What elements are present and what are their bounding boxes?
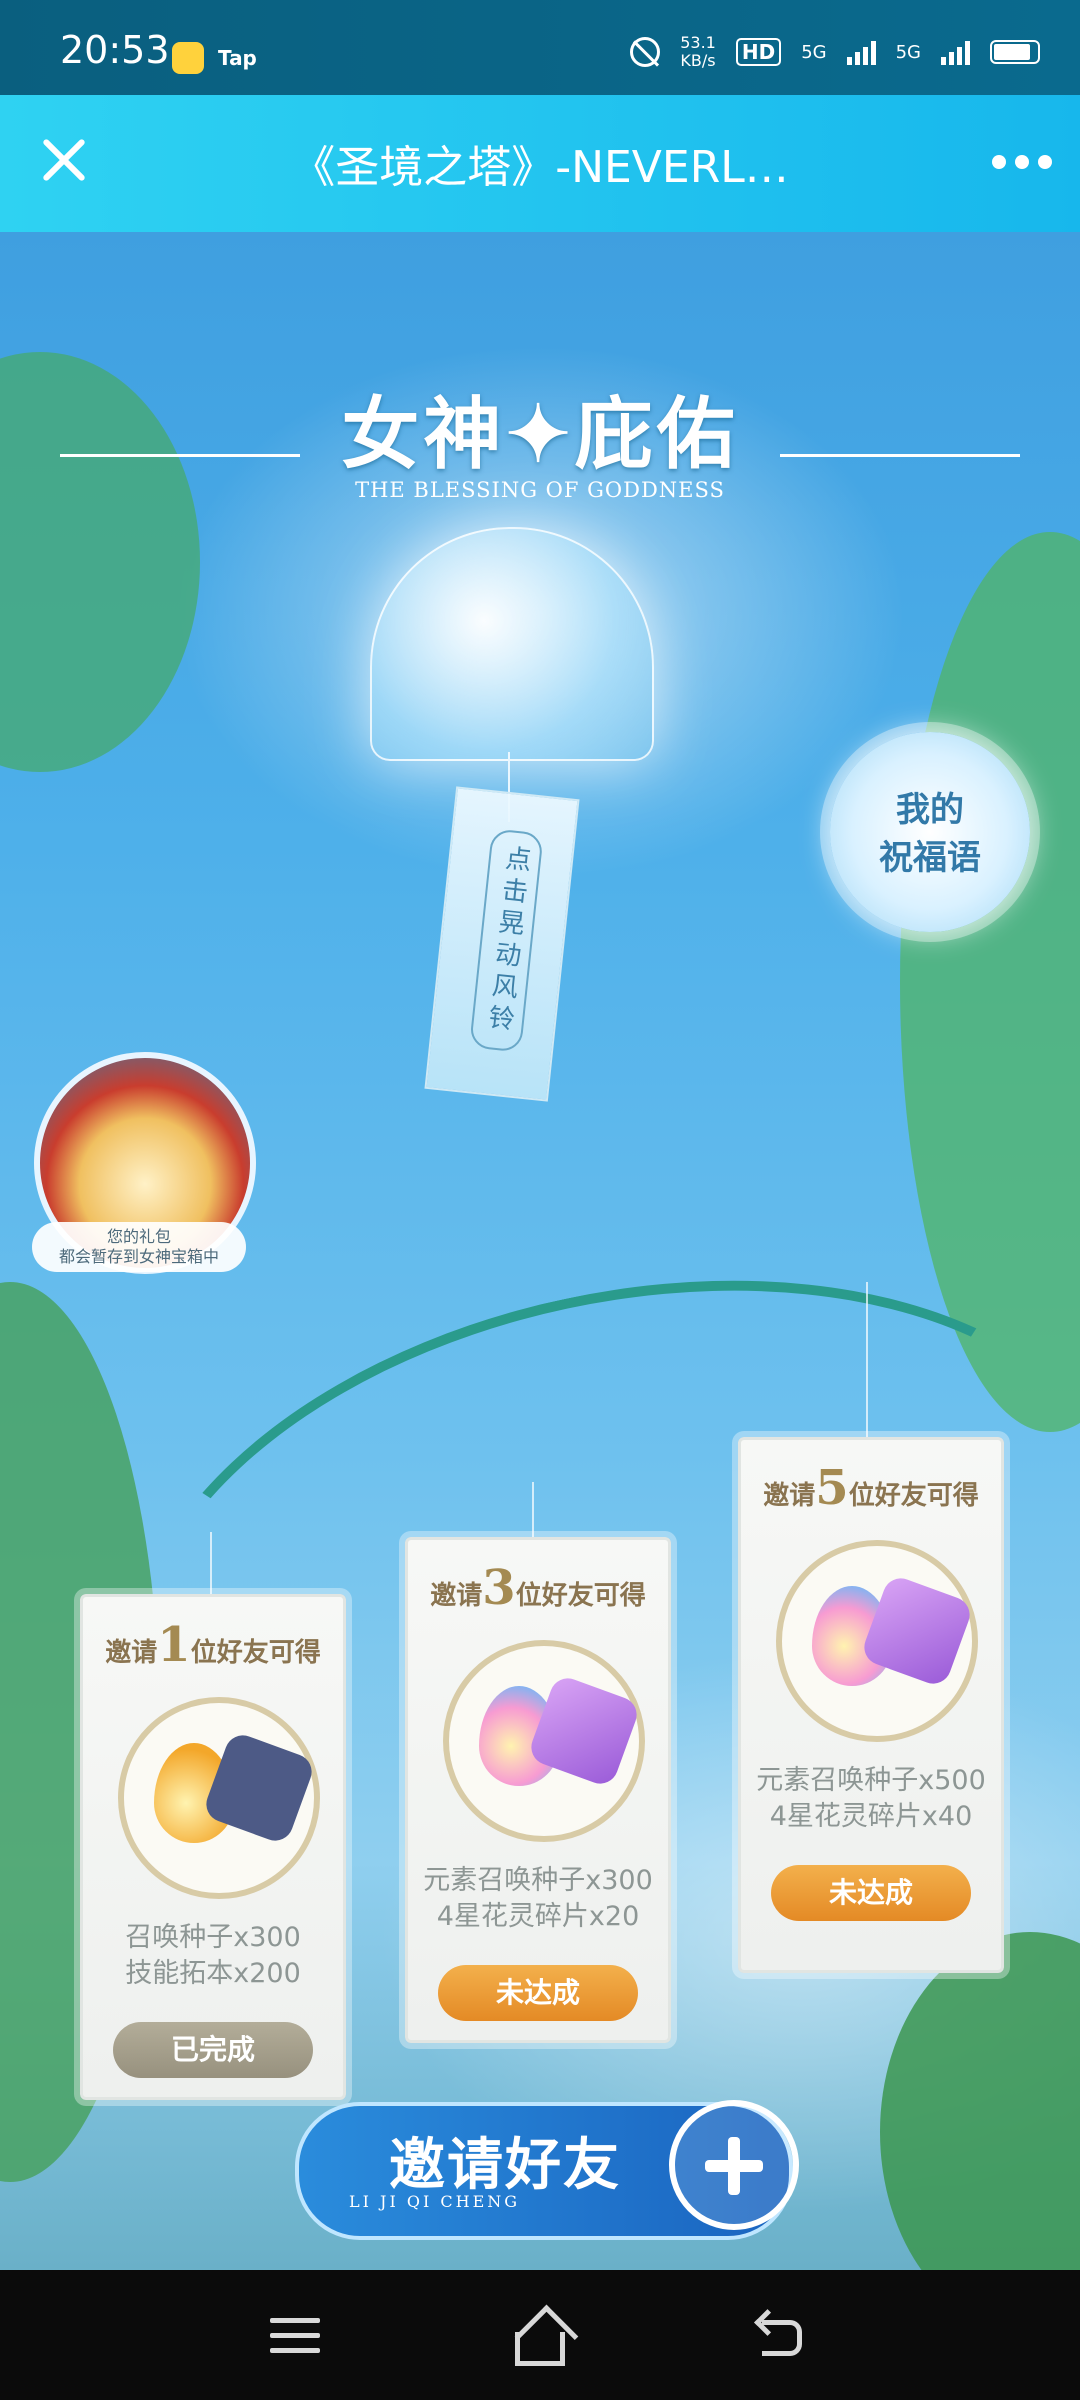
reward-status-button[interactable]: 未达成: [771, 1865, 971, 1921]
reward-card-1: 邀请1位好友可得 召唤种子x300 技能拓本x200 已完成: [80, 1594, 346, 2100]
battery-icon: [990, 40, 1040, 64]
treasure-chest-label: 您的礼包 都会暂存到女神宝箱中: [32, 1222, 246, 1272]
reward-line2: 4星花灵碎片x20: [436, 1901, 640, 1932]
mute-bell-icon: [630, 37, 661, 67]
my-blessing-button[interactable]: 我的 祝福语: [830, 732, 1030, 932]
plus-icon: [669, 2100, 799, 2230]
reward-status-button[interactable]: 已完成: [113, 2022, 313, 2078]
status-bar: 20:53 Tap 53.1 KB/s HD 5G 5G: [0, 0, 1080, 95]
wind-chime[interactable]: [370, 527, 654, 761]
tap-app-icon: [172, 42, 204, 74]
close-icon[interactable]: [38, 135, 88, 185]
bottom-right-foliage: [880, 1932, 1080, 2270]
reward-status-button[interactable]: 未达成: [438, 1965, 638, 2021]
treasure-label-line2: 都会暂存到女神宝箱中: [58, 1247, 219, 1266]
status-time: 20:53: [60, 28, 170, 72]
page-title: 《圣境之塔》-NEVERL…: [291, 142, 789, 193]
hd-voice-badge: HD: [735, 38, 782, 66]
reward-icon: [443, 1640, 645, 1842]
reward-title: 邀请5位好友可得: [763, 1460, 979, 1516]
chime-tag-text: 点击晃动风铃: [469, 828, 544, 1053]
banner-subtitle: THE BLESSING OF GODDNESS: [355, 478, 725, 502]
event-stage: 女神✦庇佑 THE BLESSING OF GODDNESS 点击晃动风铃 我的…: [0, 232, 1080, 2270]
reward-icon: [118, 1697, 320, 1899]
status-icons: 53.1 KB/s HD 5G 5G: [630, 34, 1040, 70]
reward-line1: 元素召唤种子x300: [423, 1865, 653, 1896]
network-speed: 53.1 KB/s: [680, 34, 716, 70]
recent-apps-icon[interactable]: [270, 2318, 320, 2368]
back-icon[interactable]: [762, 2320, 802, 2356]
more-options-icon[interactable]: [992, 155, 1052, 173]
banner-title: 女神✦庇佑: [341, 389, 739, 480]
reward-line2: 4星花灵碎片x40: [769, 1801, 973, 1832]
sim1-network-type: 5G: [801, 41, 827, 63]
right-foliage: [900, 532, 1080, 1432]
tap-app-label: Tap: [218, 46, 257, 70]
reward-friend-count: 5: [815, 1460, 849, 1516]
invite-label: 邀请好友: [389, 2132, 621, 2198]
reward-line1: 召唤种子x300: [125, 1922, 301, 1953]
reward-icon: [776, 1540, 978, 1742]
system-nav-bar: [0, 2270, 1080, 2400]
reward-line1: 元素召唤种子x500: [756, 1765, 986, 1796]
reward-card-2: 邀请3位好友可得 元素召唤种子x300 4星花灵碎片x20 未达成: [405, 1537, 671, 2043]
invite-pinyin: LI JI QI CHENG: [349, 2192, 521, 2211]
sim2-network-type: 5G: [895, 41, 921, 63]
reward-line2: 技能拓本x200: [125, 1958, 301, 1989]
treasure-label-line1: 您的礼包: [106, 1227, 171, 1246]
reward-title: 邀请1位好友可得: [105, 1617, 321, 1673]
chime-tag[interactable]: 点击晃动风铃: [424, 786, 580, 1102]
event-banner: 女神✦庇佑 THE BLESSING OF GODDNESS: [0, 372, 1080, 502]
signal-strength-icon: [846, 39, 876, 65]
webview-title-bar: 《圣境之塔》-NEVERL…: [0, 95, 1080, 232]
network-speed-unit: KB/s: [680, 51, 716, 70]
reward-friend-count: 1: [157, 1617, 191, 1673]
signal-strength-icon-2: [941, 39, 970, 65]
blessing-line2: 祝福语: [879, 838, 981, 878]
reward-friend-count: 3: [482, 1560, 516, 1616]
home-icon[interactable]: [515, 2332, 565, 2366]
reward-card-3: 邀请5位好友可得 元素召唤种子x500 4星花灵碎片x40 未达成: [738, 1437, 1004, 1973]
invite-friends-button[interactable]: 邀请好友 LI JI QI CHENG: [295, 2100, 799, 2240]
blessing-line1: 我的: [896, 790, 964, 830]
reward-title: 邀请3位好友可得: [430, 1560, 646, 1616]
network-speed-value: 53.1: [680, 33, 716, 52]
